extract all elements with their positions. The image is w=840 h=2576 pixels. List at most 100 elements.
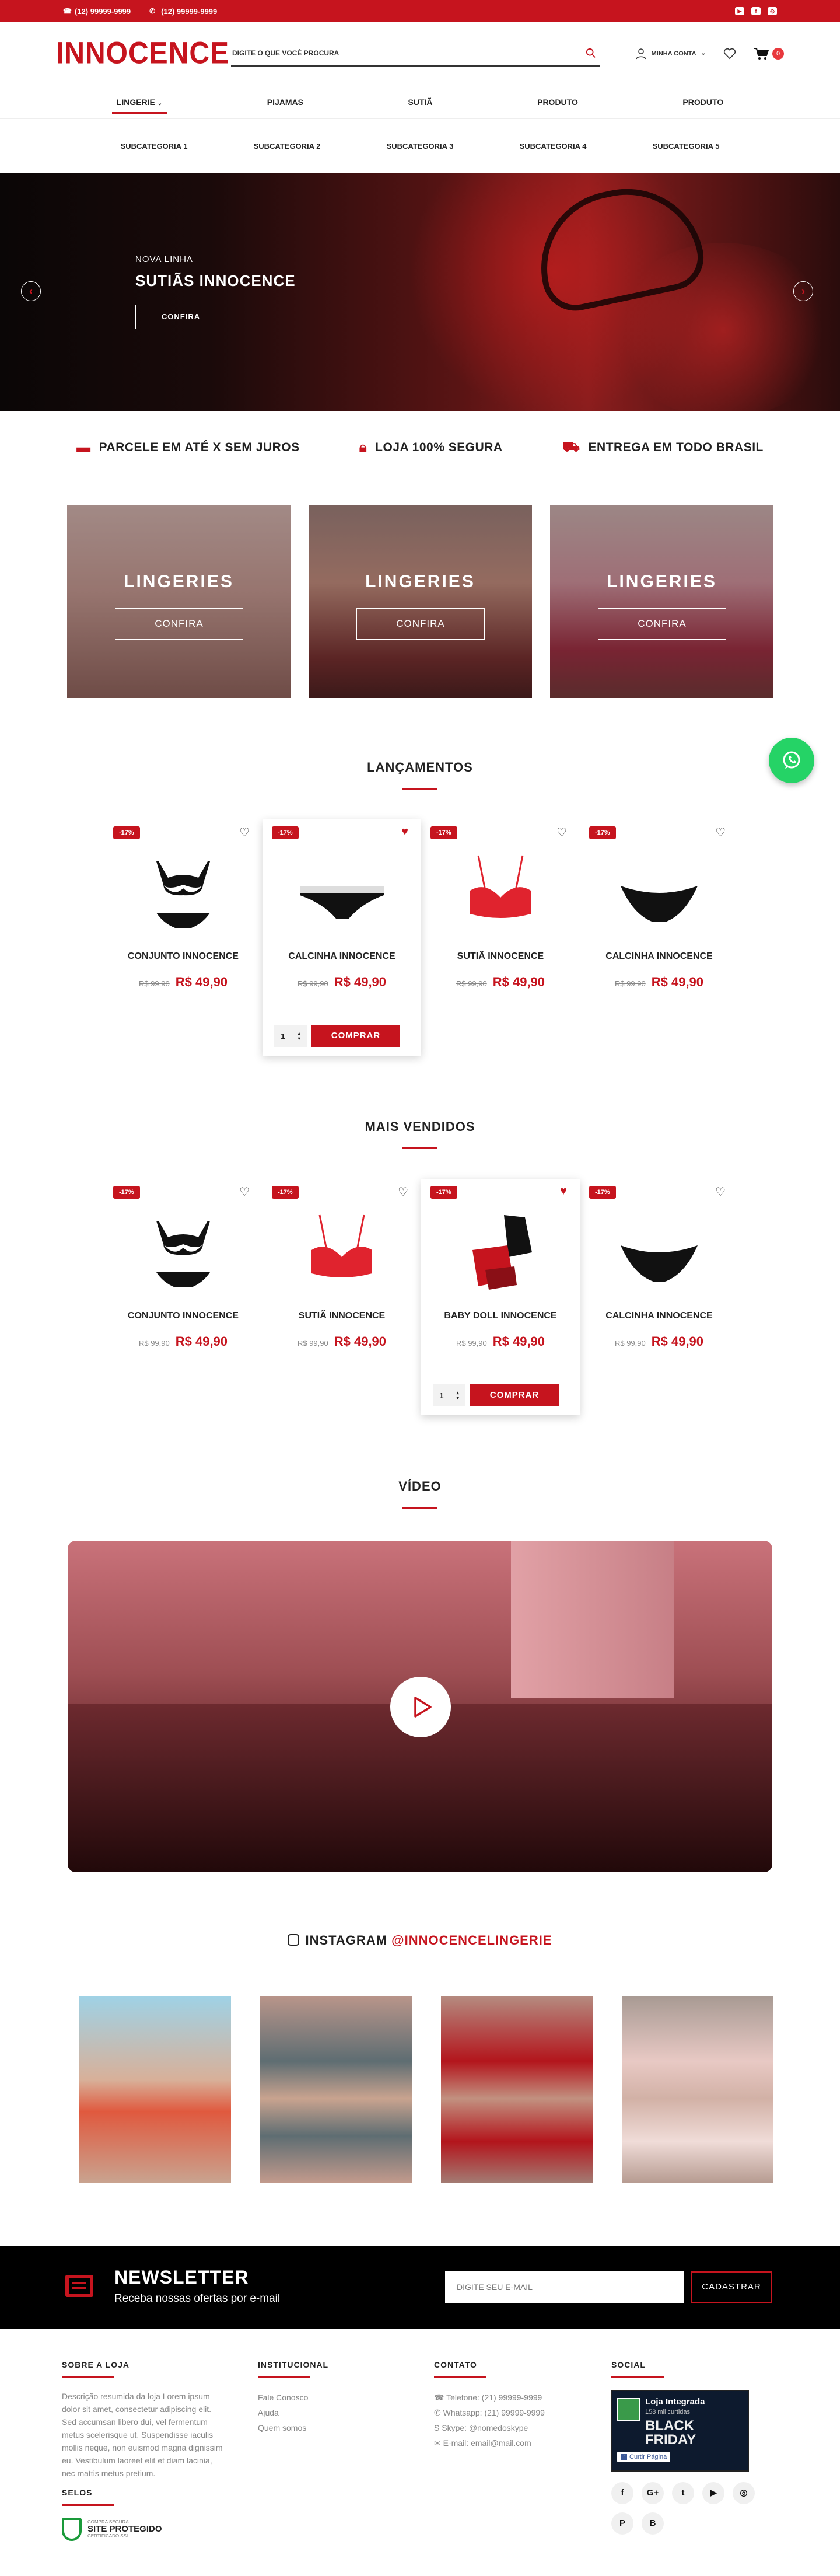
old-price: R$ 99,90 (297, 979, 328, 988)
buy-button[interactable]: COMPRAR (312, 1025, 400, 1047)
product-image-set (156, 861, 210, 928)
fb-banner-text-2: FRIDAY (645, 2432, 696, 2448)
pinterest-icon[interactable]: P (611, 2512, 634, 2535)
hero-prev-arrow-icon[interactable]: ‹ (21, 281, 41, 301)
wishlist-heart-icon[interactable]: ♥ (401, 825, 408, 839)
category-cta-button[interactable]: CONFIRA (598, 608, 726, 640)
current-price: R$ 49,90 (175, 975, 228, 989)
facebook-icon[interactable]: f (751, 7, 761, 15)
hero-cta-button[interactable]: CONFIRA (135, 305, 226, 329)
wishlist-heart-icon[interactable]: ♡ (239, 1185, 250, 1199)
nav-item-produto-2[interactable]: PRODUTO (682, 87, 723, 117)
product-card[interactable]: -17% ♥ BABY DOLL INNOCENCE R$ 99,90 R$ 49… (421, 1179, 580, 1415)
blogger-icon[interactable]: B (642, 2512, 664, 2535)
product-card[interactable]: -17% ♡ CONJUNTO INNOCENCE R$ 99,90 R$ 49,… (104, 1179, 262, 1415)
instagram-post[interactable] (260, 1996, 412, 2183)
product-name[interactable]: CALCINHA INNOCENCE (580, 1311, 738, 1321)
play-button[interactable] (390, 1677, 451, 1737)
fb-like-button[interactable]: f Curtir Página (617, 2452, 671, 2462)
footer-link[interactable]: Ajuda (258, 2405, 374, 2420)
nav-item-produto-1[interactable]: PRODUTO (537, 87, 578, 117)
current-price: R$ 49,90 (492, 1334, 545, 1349)
phone-icon: ☎ (434, 2393, 447, 2402)
product-name[interactable]: CALCINHA INNOCENCE (262, 951, 421, 962)
quantity-stepper[interactable]: 1 ▴ ▾ (433, 1384, 466, 1406)
subcategory-2[interactable]: SUBCATEGORIA 2 (254, 142, 321, 151)
newsletter-email-input[interactable] (445, 2271, 684, 2303)
wishlist-heart-icon[interactable]: ♡ (715, 825, 726, 840)
product-card[interactable]: -17% ♡ CALCINHA INNOCENCE R$ 99,90 R$ 49,… (580, 819, 738, 1056)
nav-item-pijamas[interactable]: PIJAMAS (267, 87, 303, 117)
instagram-post[interactable] (622, 1996, 774, 2183)
product-prices: R$ 99,90 R$ 49,90 (421, 1334, 580, 1349)
product-card[interactable]: -17% ♡ SUTIÃ INNOCENCE R$ 99,90 R$ 49,90 (421, 819, 580, 1056)
truck-icon: ⛟ (562, 439, 580, 455)
instagram-icon[interactable]: ◎ (733, 2482, 755, 2504)
wishlist-heart-icon[interactable]: ♥ (560, 1185, 567, 1198)
category-card[interactable]: LINGERIES CONFIRA (67, 505, 290, 698)
search-icon[interactable] (586, 48, 596, 58)
wishlist-heart-icon[interactable]: ♡ (239, 825, 250, 840)
newsletter-title: NEWSLETTER (114, 2267, 249, 2288)
subcategory-3[interactable]: SUBCATEGORIA 3 (387, 142, 454, 151)
youtube-icon[interactable]: ▶ (735, 7, 744, 15)
newsletter-subtitle: Receba nossas ofertas por e-mail (114, 2292, 281, 2305)
phone-contact-1[interactable]: ☎ (12) 99999-9999 (63, 7, 131, 16)
product-card[interactable]: -17% ♥ CALCINHA INNOCENCE R$ 99,90 R$ 49,… (262, 819, 421, 1056)
product-name[interactable]: SUTIÃ INNOCENCE (262, 1311, 421, 1321)
contact-email: ✉ E-mail: email@mail.com (434, 2438, 531, 2448)
hero-next-arrow-icon[interactable]: › (793, 281, 813, 301)
category-card[interactable]: LINGERIES CONFIRA (309, 505, 532, 698)
footer-link[interactable]: Fale Conosco (258, 2390, 374, 2405)
wishlist-heart-icon[interactable]: ♡ (715, 1185, 726, 1199)
instagram-handle[interactable]: @INNOCENCELINGERIE (391, 1933, 552, 1947)
product-name[interactable]: SUTIÃ INNOCENCE (421, 951, 580, 962)
stepper-arrows-icon[interactable]: ▴ ▾ (298, 1031, 300, 1041)
subcategory-5[interactable]: SUBCATEGORIA 5 (653, 142, 720, 151)
current-price: R$ 49,90 (492, 975, 545, 989)
quantity-stepper[interactable]: 1 ▴ ▾ (274, 1025, 307, 1047)
product-card[interactable]: -17% ♡ SUTIÃ INNOCENCE R$ 99,90 R$ 49,90 (262, 1179, 421, 1415)
nav-item-sutia[interactable]: SUTIÃ (408, 87, 433, 117)
header: INNOCENCE MINHA CONTA ⌄ 0 (0, 22, 840, 85)
footer: SOBRE A LOJA Descrição resumida da loja … (0, 2346, 840, 2576)
product-name[interactable]: CALCINHA INNOCENCE (580, 951, 738, 962)
wishlist-heart-icon[interactable]: ♡ (398, 1185, 408, 1199)
subcategory-1[interactable]: SUBCATEGORIA 1 (121, 142, 188, 151)
discount-badge: -17% (430, 826, 457, 839)
skype-icon: S (434, 2423, 442, 2432)
wishlist-heart-icon[interactable] (723, 48, 736, 60)
product-name[interactable]: CONJUNTO INNOCENCE (104, 1311, 262, 1321)
instagram-post[interactable] (441, 1996, 593, 2183)
product-prices: R$ 99,90 R$ 49,90 (262, 975, 421, 990)
product-name[interactable]: BABY DOLL INNOCENCE (421, 1311, 580, 1321)
category-cta-button[interactable]: CONFIRA (356, 608, 485, 640)
facebook-page-widget[interactable]: Loja Integrada 158 mil curtidas BLACK FR… (611, 2390, 749, 2472)
product-card[interactable]: -17% ♡ CONJUNTO INNOCENCE R$ 99,90 R$ 49,… (104, 819, 262, 1056)
facebook-icon[interactable]: f (611, 2482, 634, 2504)
newsletter-submit-button[interactable]: CADASTRAR (691, 2271, 772, 2303)
nav-item-lingerie[interactable]: LINGERIE ⌄ (111, 87, 167, 117)
google-plus-icon[interactable]: G+ (642, 2482, 664, 2504)
twitter-icon[interactable]: t (672, 2482, 694, 2504)
whatsapp-contact[interactable]: ✆ (12) 99999-9999 (149, 7, 217, 16)
account-menu[interactable]: MINHA CONTA ⌄ (635, 48, 706, 60)
site-logo[interactable]: INNOCENCE (56, 36, 229, 71)
youtube-icon[interactable]: ▶ (702, 2482, 724, 2504)
top-bar: ☎ (12) 99999-9999 ✆ (12) 99999-9999 ▶ f ◎ (0, 0, 840, 22)
instagram-post[interactable] (79, 1996, 231, 2183)
wishlist-heart-icon[interactable]: ♡ (556, 825, 567, 840)
video-player[interactable] (68, 1541, 772, 1872)
buy-button[interactable]: COMPRAR (470, 1384, 559, 1406)
category-card[interactable]: LINGERIES CONFIRA (550, 505, 774, 698)
stepper-arrows-icon[interactable]: ▴ ▾ (457, 1390, 459, 1401)
subcategory-4[interactable]: SUBCATEGORIA 4 (520, 142, 587, 151)
product-card[interactable]: -17% ♡ CALCINHA INNOCENCE R$ 99,90 R$ 49,… (580, 1179, 738, 1415)
instagram-icon[interactable]: ◎ (768, 7, 777, 15)
footer-link[interactable]: Quem somos (258, 2420, 374, 2435)
category-cta-button[interactable]: CONFIRA (115, 608, 243, 640)
product-name[interactable]: CONJUNTO INNOCENCE (104, 951, 262, 962)
search-input[interactable] (232, 48, 559, 57)
cart-button[interactable]: 0 (754, 47, 784, 60)
footer-heading: INSTITUCIONAL (258, 2360, 329, 2369)
